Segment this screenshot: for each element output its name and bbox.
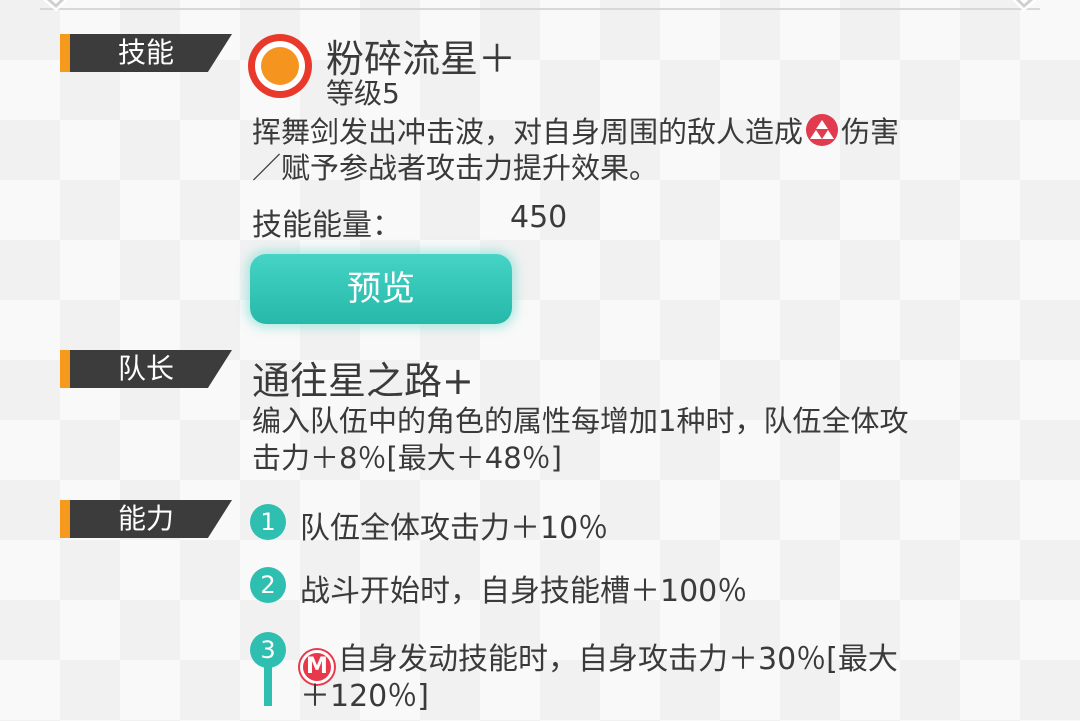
leader-skill-name: 通往星之路+ (252, 359, 474, 403)
preview-button[interactable]: 预览 (250, 254, 512, 324)
skill-energy-value: 450 (510, 200, 568, 235)
section-label-leader: 队长 (60, 350, 232, 388)
ability-number-badge: 2 (250, 567, 286, 603)
ability-item-1: 队伍全体攻击力＋10％ (300, 511, 609, 546)
section-label-ability: 能力 (60, 500, 232, 538)
chevron-left-icon[interactable] (36, 0, 80, 14)
section-label-text: 技能 (118, 36, 175, 69)
fire-element-icon (806, 114, 839, 146)
ability-item-2: 战斗开始时，自身技能槽＋100％ (300, 574, 748, 609)
chevron-right-icon[interactable] (1000, 0, 1044, 14)
skill-description-line1: 挥舞剑发出冲击波，对自身周围的敌人造成 伤害 (252, 114, 900, 149)
skill-level: 等级5 (326, 77, 400, 110)
ability-stem (264, 666, 272, 706)
skill-description-line2: ／赋予参战者攻击力提升效果。 (252, 151, 659, 185)
leader-description-line1: 编入队伍中的角色的属性每增加1种时，队伍全体攻 (252, 404, 909, 438)
ability-number-badge: 1 (250, 504, 286, 540)
section-label-skill: 技能 (60, 34, 232, 72)
ability-item-3-line2: ＋120％] (300, 679, 429, 714)
skill-orb-icon (248, 34, 312, 98)
leader-description-line2: 击力＋8％[最大＋48％] (252, 441, 562, 475)
section-label-text: 能力 (118, 502, 175, 535)
skill-energy-label: 技能能量： (252, 208, 402, 243)
ability-number-badge: 3 (250, 632, 286, 668)
section-label-text: 队长 (118, 352, 175, 385)
top-divider (40, 8, 1040, 10)
